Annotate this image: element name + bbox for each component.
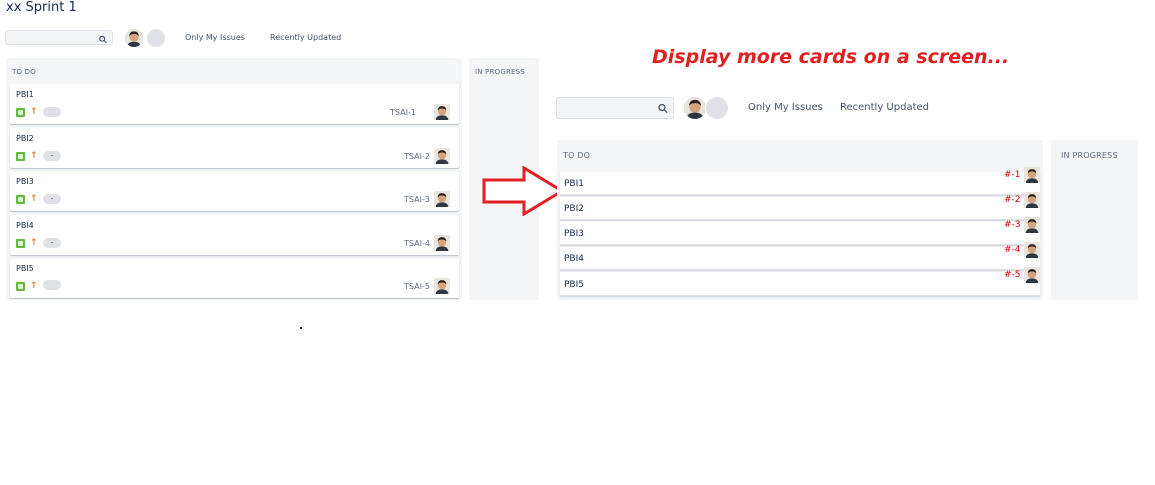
arrow-up-icon: ↑ <box>30 238 38 248</box>
estimate-badge: - <box>43 238 61 248</box>
compact-issue-card[interactable]: PBI1 #-1 <box>560 172 1040 195</box>
arrow-up-icon: ↑ <box>30 107 38 117</box>
issue-key[interactable]: TSAI-5 <box>404 282 430 291</box>
sprint-title: xx Sprint 1 <box>6 0 77 15</box>
only-my-issues-filter[interactable]: Only My Issues <box>185 33 245 42</box>
card-title: PBI5 <box>564 280 584 290</box>
assignee-avatar <box>434 235 450 251</box>
only-my-issues-filter[interactable]: Only My Issues <box>748 102 823 113</box>
issue-key[interactable]: TSAI-4 <box>404 239 430 248</box>
story-icon <box>16 282 25 291</box>
assignee-avatar <box>434 104 450 120</box>
recently-updated-filter[interactable]: Recently Updated <box>840 102 929 113</box>
assignee-avatar <box>1024 217 1040 233</box>
search-icon[interactable] <box>99 28 107 47</box>
card-title: PBI2 <box>16 134 34 143</box>
arrow-up-icon: ↑ <box>30 281 38 291</box>
story-icon <box>16 239 25 248</box>
assignee-avatar <box>1024 167 1040 183</box>
estimate-badge: - <box>43 194 61 204</box>
search-input-right[interactable] <box>556 97 674 121</box>
card-title: PBI1 <box>564 179 584 189</box>
unassigned-avatar[interactable] <box>146 28 166 48</box>
compact-issue-card[interactable]: PBI3 #-3 <box>560 222 1040 245</box>
issue-key[interactable]: #-3 <box>1004 220 1021 230</box>
todo-column-header: TO DO <box>12 68 36 76</box>
card-title: PBI1 <box>16 90 34 99</box>
assignee-avatar <box>1024 267 1040 283</box>
issue-key[interactable]: #-4 <box>1004 245 1021 255</box>
assignee-avatar <box>1024 192 1040 208</box>
card-title: PBI5 <box>16 264 34 273</box>
compact-issue-card[interactable]: PBI2 #-2 <box>560 197 1040 220</box>
issue-card[interactable]: PBI3 ↑ - TSAI-3 <box>10 172 459 211</box>
card-title: PBI2 <box>564 204 584 214</box>
in-progress-column <box>1051 140 1138 300</box>
arrow-up-icon: ↑ <box>30 194 38 204</box>
story-icon <box>16 152 25 161</box>
search-field[interactable] <box>6 37 112 50</box>
card-title: PBI3 <box>564 229 584 239</box>
card-title: PBI4 <box>16 221 34 230</box>
issue-card[interactable]: PBI2 ↑ - TSAI-2 <box>10 128 459 168</box>
issue-key[interactable]: #-1 <box>1004 170 1021 180</box>
in-progress-column-header: IN PROGRESS <box>1061 151 1118 160</box>
issue-key[interactable]: #-5 <box>1004 270 1021 280</box>
issue-key[interactable]: TSAI-1 <box>390 108 416 117</box>
user-avatar[interactable] <box>683 96 707 120</box>
issue-card[interactable]: PBI1 ↑ TSAI-1 <box>10 84 459 124</box>
issue-key[interactable]: TSAI-3 <box>404 195 430 204</box>
todo-column-header: TO DO <box>563 151 591 160</box>
story-icon <box>16 108 25 117</box>
search-input-left[interactable] <box>5 28 113 50</box>
estimate-badge: - <box>43 151 61 161</box>
search-icon[interactable] <box>658 99 668 118</box>
stray-dot <box>300 327 302 329</box>
recently-updated-filter[interactable]: Recently Updated <box>270 33 341 42</box>
story-icon <box>16 195 25 204</box>
assignee-avatar <box>434 191 450 207</box>
compact-issue-card[interactable]: PBI4 #-4 <box>560 247 1040 270</box>
assignee-avatar <box>434 148 450 164</box>
unassigned-avatar[interactable] <box>705 96 729 120</box>
issue-key[interactable]: #-2 <box>1004 195 1021 205</box>
card-title: PBI4 <box>564 254 584 264</box>
assignee-avatar <box>1024 242 1040 258</box>
issue-key[interactable]: TSAI-2 <box>404 152 430 161</box>
annotation-text: Display more cards on a screen... <box>652 46 1010 68</box>
card-title: PBI3 <box>16 177 34 186</box>
user-avatar[interactable] <box>124 28 144 48</box>
arrow-up-icon: ↑ <box>30 151 38 161</box>
estimate-badge <box>43 280 61 290</box>
right-arrow-icon <box>482 166 565 216</box>
compact-issue-card[interactable]: PBI5 #-5 <box>560 272 1040 296</box>
in-progress-column-header: IN PROGRESS <box>475 68 525 76</box>
search-field[interactable] <box>557 100 673 121</box>
issue-card[interactable]: PBI4 ↑ - TSAI-4 <box>10 215 459 255</box>
estimate-badge <box>43 107 61 117</box>
issue-card[interactable]: PBI5 ↑ TSAI-5 <box>10 259 459 298</box>
assignee-avatar <box>434 278 450 294</box>
